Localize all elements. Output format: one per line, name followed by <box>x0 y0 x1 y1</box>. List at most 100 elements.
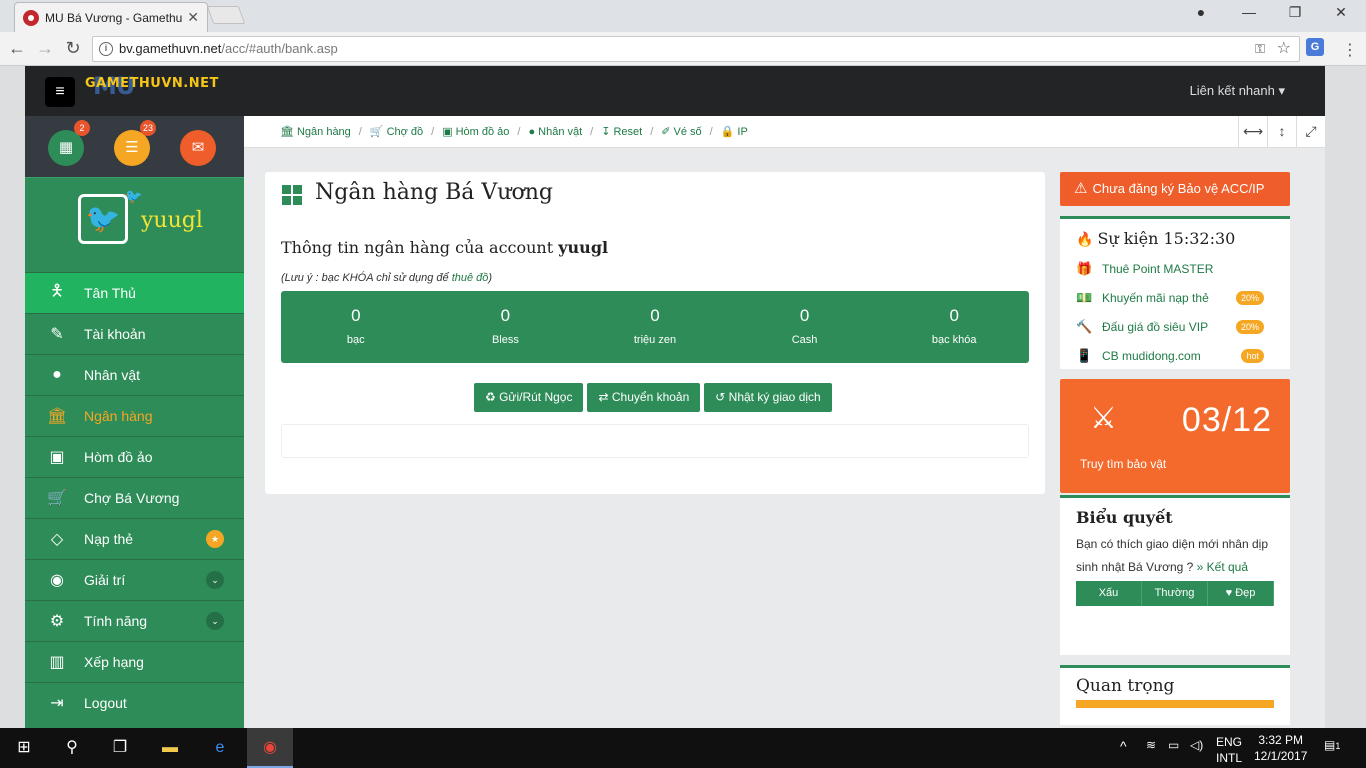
sidebar-item-tan-thu[interactable]: 🯅 Tân Thủ <box>25 272 244 313</box>
sidebar-item-nap-the[interactable]: ◇ Nạp thẻ ★ <box>25 518 244 559</box>
deposit-withdraw-button[interactable]: ♻ Gửi/Rút Ngọc <box>474 383 584 412</box>
gift-icon: 🎁 <box>1076 260 1093 276</box>
sidebar-item-tai-khoan[interactable]: ✎ Tài khoản <box>25 313 244 354</box>
event-tag: hot <box>1241 348 1264 363</box>
briefcase-icon: ▣ <box>442 126 453 138</box>
poll-card: Biểu quyết Bạn có thích giao diện mới nh… <box>1060 495 1290 655</box>
file-explorer-icon[interactable]: ▬ <box>158 736 182 760</box>
bookmark-star-icon[interactable]: ☆ <box>1277 37 1291 61</box>
calendar-button[interactable]: ▦ 2 <box>48 120 90 166</box>
event-item[interactable]: 🎁 Thuê Point MASTER <box>1076 254 1274 283</box>
address-bar: ← → ↻ i bv.gamethuvn.net/acc/#auth/bank.… <box>0 32 1366 66</box>
person-icon: 🯅 <box>49 282 65 300</box>
language-indicator[interactable]: ENG INTL <box>1216 734 1242 766</box>
sidebar-item-giai-tri[interactable]: ◉ Giải trí ⌄ <box>25 559 244 600</box>
bank-icon: 🏛 <box>47 408 68 425</box>
stat-value: 0 <box>351 306 361 325</box>
quick-links-dropdown[interactable]: Liên kết nhanh ▾ <box>1190 83 1285 99</box>
history-icon: ↺ <box>715 390 729 404</box>
sidebar-item-tinh-nang[interactable]: ⚙ Tính năng ⌄ <box>25 600 244 641</box>
cart-icon: 🛒 <box>369 126 384 138</box>
sidebar-item-cho-ba-vuong[interactable]: 🛒 Chợ Bá Vương <box>25 477 244 518</box>
expand-width-icon[interactable]: ⟷ <box>1238 116 1267 147</box>
forward-button[interactable]: → <box>34 38 56 59</box>
crumb-nhan-vat[interactable]: Nhân vật <box>538 126 582 138</box>
sidebar-item-hom-do-ao[interactable]: ▣ Hòm đồ ảo <box>25 436 244 477</box>
crumb-hom-do-ao[interactable]: Hòm đồ ảo <box>456 126 510 138</box>
back-button[interactable]: ← <box>6 38 28 59</box>
stat-bac: 0 bạc <box>281 291 431 363</box>
poll-result-link[interactable]: » Kết quả <box>1197 560 1248 574</box>
reset-icon: ↧ <box>601 126 611 138</box>
tab-close-icon[interactable]: ✕ <box>187 9 199 26</box>
reload-button[interactable]: ↻ <box>62 38 84 59</box>
sidebar: ▦ 2 ☰ 23 ✉ 🐦 🐦 yuugl 🯅 Tân Thủ ✎ Tài khoản ●… <box>25 116 244 728</box>
treasure-hunt-banner[interactable]: ⚔ 03/12 Truy tìm bảo vật <box>1060 379 1290 493</box>
key-icon[interactable]: ⚿ <box>1255 37 1265 61</box>
crumb-ve-so[interactable]: Vé số <box>673 126 701 138</box>
translate-extension-icon[interactable]: G <box>1306 38 1324 56</box>
chevron-down-icon[interactable]: ⌄ <box>206 612 224 630</box>
event-item[interactable]: 💵 Khuyến mãi nạp thẻ 20% <box>1076 283 1274 312</box>
sidebar-item-ngan-hang[interactable]: 🏛 Ngân hàng <box>25 395 244 436</box>
volume-icon[interactable]: ◁) <box>1190 738 1203 752</box>
result-box <box>281 424 1029 458</box>
chevron-down-icon[interactable]: ⌄ <box>206 571 224 589</box>
site-logo[interactable]: MU GAMETHUVN.NET <box>85 72 219 100</box>
notification-icon[interactable]: ▤1 <box>1324 738 1340 752</box>
crumb-reset[interactable]: Reset <box>613 126 642 138</box>
profile-icon[interactable]: ● <box>1189 4 1213 20</box>
vote-dep-button[interactable]: ♥ Đẹp <box>1208 581 1274 606</box>
sidebar-item-logout[interactable]: ⇥ Logout <box>25 682 244 723</box>
event-tag: 20% <box>1235 290 1264 305</box>
close-window-button[interactable]: ✕ <box>1329 4 1353 21</box>
logo-text: GAMETHUVN.NET <box>85 76 219 91</box>
restore-button[interactable]: ❐ <box>1283 4 1307 21</box>
sidebar-item-label: Tài khoản <box>84 326 146 342</box>
edge-icon[interactable]: e <box>208 736 232 760</box>
windows-start-icon[interactable]: ⊞ <box>12 736 36 760</box>
right-column: ⚠ Chưa đăng ký Bảo vệ ACC/IP 🔥 Sự kiện 15:… <box>1060 172 1290 725</box>
sidebar-item-label: Tân Thủ <box>84 285 136 301</box>
wifi-icon[interactable]: ≋ <box>1146 738 1156 752</box>
system-clock[interactable]: 3:32 PM 12/1/2017 <box>1254 732 1307 764</box>
new-tab-button[interactable] <box>206 6 246 24</box>
crumb-cho-do[interactable]: Chợ đồ <box>387 126 424 138</box>
chrome-taskbar-item[interactable]: ◉ <box>247 728 293 768</box>
event-item[interactable]: 🔨 Đấu giá đồ siêu VIP 20% <box>1076 312 1274 341</box>
windows-icon <box>282 185 302 205</box>
recycle-icon: ♻ <box>485 390 500 404</box>
menu-toggle-button[interactable]: ≡ <box>45 77 75 107</box>
chat-button[interactable]: ✉ <box>180 130 216 166</box>
stat-bac-khoa: 0 bạc khóa <box>879 291 1029 363</box>
list-button[interactable]: ☰ 23 <box>114 120 156 166</box>
note-link[interactable]: thuê đồ <box>452 272 489 284</box>
fullscreen-icon[interactable]: ⤢ <box>1296 116 1325 147</box>
minimize-button[interactable]: — <box>1237 4 1261 20</box>
expand-height-icon[interactable]: ↕ <box>1267 116 1296 147</box>
crumb-ngan-hang[interactable]: Ngân hàng <box>297 126 351 138</box>
mobile-icon: 📱 <box>1076 347 1093 363</box>
stat-zen: 0 triệu zen <box>580 291 730 363</box>
account-protection-warning[interactable]: ⚠ Chưa đăng ký Bảo vệ ACC/IP <box>1060 172 1290 206</box>
vote-xau-button[interactable]: Xấu <box>1076 581 1142 606</box>
sidebar-item-nhan-vat[interactable]: ● Nhân vật <box>25 354 244 395</box>
task-view-icon[interactable]: ❐ <box>108 736 132 760</box>
battery-icon[interactable]: ▭ <box>1168 738 1179 752</box>
transfer-button[interactable]: ⇄ Chuyển khoản <box>587 383 701 412</box>
event-item[interactable]: 📱 CB mudidong.com hot <box>1076 341 1274 370</box>
search-icon[interactable]: ⚲ <box>60 736 84 760</box>
url-input[interactable]: i bv.gamethuvn.net/acc/#auth/bank.asp ⚿ … <box>92 36 1300 62</box>
browser-tab[interactable]: MU Bá Vương - Gamethu ✕ <box>14 2 208 32</box>
gears-icon: ⚙ <box>49 613 65 630</box>
site-info-icon[interactable]: i <box>99 42 113 56</box>
sidebar-item-xep-hang[interactable]: ▥ Xếp hạng <box>25 641 244 682</box>
tray-chevron-icon[interactable]: ^ <box>1120 738 1127 754</box>
vote-thuong-button[interactable]: Thường <box>1142 581 1208 606</box>
stat-value: 0 <box>500 306 511 325</box>
transaction-log-button[interactable]: ↺ Nhật ký giao dịch <box>704 383 832 412</box>
bank-note: (Lưu ý : bạc KHÓA chỉ sử dụng để thuê đồ… <box>281 272 492 284</box>
crumb-ip[interactable]: IP <box>737 126 747 138</box>
browser-menu-icon[interactable]: ⋮ <box>1342 40 1358 60</box>
subtitle-prefix: Thông tin ngân hàng của account <box>281 238 554 257</box>
